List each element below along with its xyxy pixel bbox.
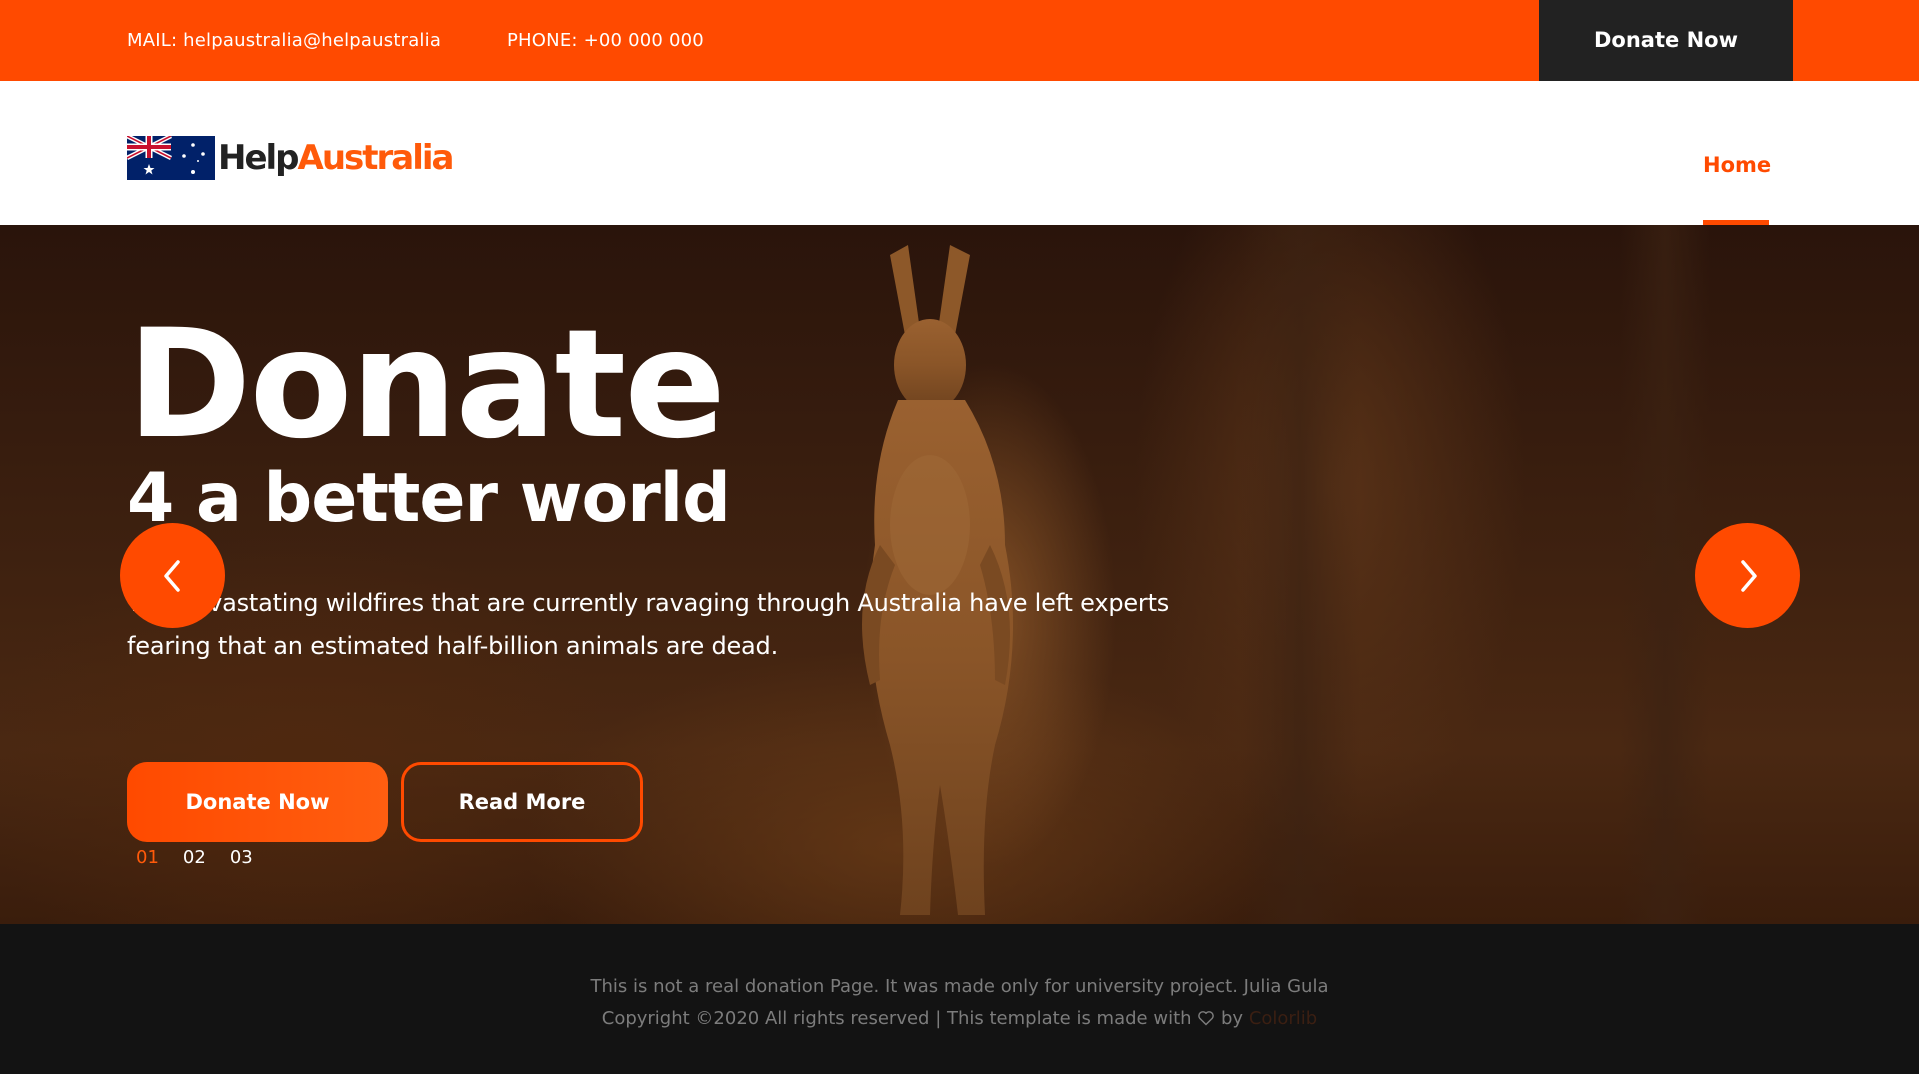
slide-indicator-1[interactable]: 01 [136, 847, 159, 868]
slider-prev-button[interactable] [120, 523, 225, 628]
hero-read-more-button[interactable]: Read More [401, 762, 643, 842]
site-logo[interactable]: HelpAustralia [127, 135, 455, 181]
kangaroo-image [862, 245, 1013, 915]
background-tree [1240, 225, 1360, 924]
top-bar: MAIL: helpaustralia@helpaustralia PHONE:… [0, 0, 1919, 81]
chevron-right-icon [1740, 559, 1757, 592]
hero-title: Donate [127, 298, 726, 472]
footer-copyright-text: Copyright ©2020 All rights reserved | Th… [601, 1008, 1192, 1029]
site-footer: This is not a real donation Page. It was… [0, 924, 1919, 1074]
slide-indicator-3[interactable]: 03 [230, 847, 253, 868]
logo-word-australia: Australia [297, 138, 455, 178]
chevron-left-icon [163, 559, 180, 592]
hero-subtitle: 4 a better world [127, 459, 731, 538]
footer-copyright: Copyright ©2020 All rights reserved | Th… [0, 1003, 1919, 1035]
logo-word-help: Help [218, 138, 300, 178]
hero-donate-button[interactable]: Donate Now [127, 762, 388, 842]
australia-flag-icon [127, 136, 215, 180]
site-header: HelpAustralia Home [0, 81, 1919, 225]
top-donate-button[interactable]: Donate Now [1539, 0, 1793, 81]
hero-slider: Donate 4 a better world The devastating … [0, 225, 1919, 924]
footer-disclaimer: This is not a real donation Page. It was… [590, 976, 1329, 997]
footer-by-text: by [1221, 1008, 1244, 1029]
hero-description: The devastating wildfires that are curre… [127, 589, 1170, 660]
slider-next-button[interactable] [1695, 523, 1800, 628]
nav-item-home[interactable]: Home [1703, 153, 1771, 177]
heart-icon [1198, 1011, 1215, 1026]
logo-wordmark: HelpAustralia [218, 138, 455, 178]
slide-indicators: 01 02 03 [136, 847, 253, 868]
contact-phone: PHONE: +00 000 000 [507, 30, 704, 51]
contact-mail: MAIL: helpaustralia@helpaustralia [127, 30, 442, 51]
footer-colorlib-link[interactable]: Colorlib [1249, 1008, 1317, 1029]
slide-indicator-2[interactable]: 02 [183, 847, 206, 868]
